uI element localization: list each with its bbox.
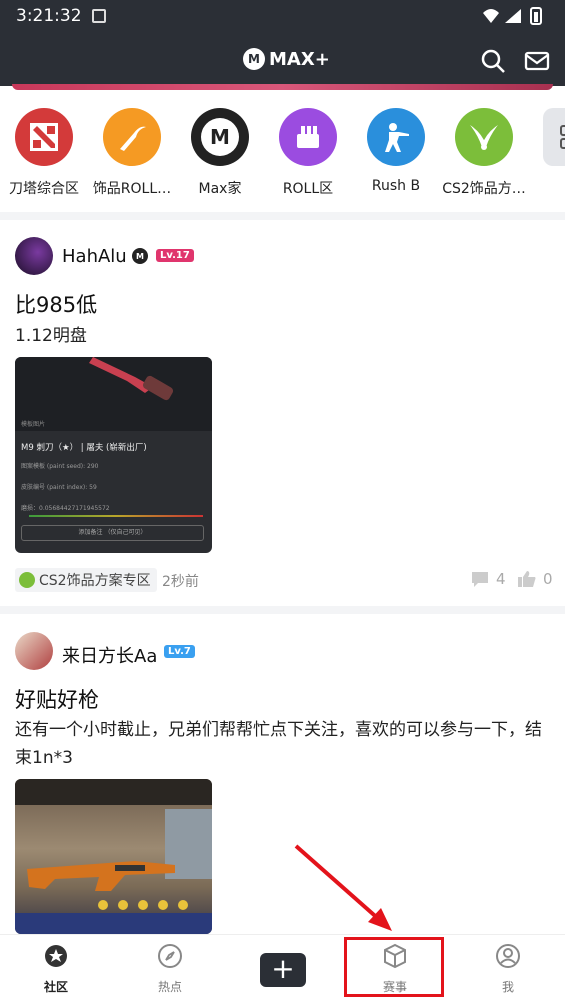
channel-item-rushb[interactable]: Rush B xyxy=(352,108,440,194)
like-number: 0 xyxy=(543,570,553,588)
search-icon[interactable] xyxy=(480,48,506,74)
crossed-swords-icon xyxy=(455,108,513,166)
tab-community[interactable]: 社区 xyxy=(16,943,96,995)
channel-item-maxhome[interactable]: M Max家 xyxy=(176,108,264,198)
thumbs-up-icon xyxy=(518,571,536,587)
image-caption: 模板图片 xyxy=(21,421,46,428)
grid-icon xyxy=(543,108,565,166)
channel-label: 全 xyxy=(528,178,565,198)
profile-icon xyxy=(496,944,520,968)
add-note-button: 添加备注 （仅自己可见） xyxy=(21,525,204,541)
max-logo-icon: M xyxy=(191,108,249,166)
channel-label: CS2饰品方… xyxy=(442,181,526,197)
channel-row: 刀塔综合区 饰品ROLL… M Max家 ROLL区 Rush B CS2饰品方… xyxy=(0,96,565,214)
post-image[interactable]: 模板图片 M9 刺刀（★） | 屠夫 (崭新出厂) 图案模板 (paint se… xyxy=(15,357,212,553)
post-title[interactable]: 比985低 xyxy=(15,289,97,319)
paint-index: 皮肤编号 (paint index): 59 xyxy=(21,484,97,491)
avatar[interactable] xyxy=(15,237,53,275)
divider xyxy=(0,606,565,614)
logo-text: MAX+ xyxy=(269,48,330,70)
chest-icon xyxy=(279,108,337,166)
post-meta: CS2饰品方案专区 2秒前 4 0 xyxy=(15,568,553,592)
post-body[interactable]: 还有一个小时截止，兄弟们帮帮忙点下关注，喜欢的可以参与一下，结束1n*3 xyxy=(15,716,550,772)
channel-item-rollzone[interactable]: ROLL区 xyxy=(264,108,352,198)
wear-value: 磨损：0.05684427171945572 xyxy=(21,505,110,512)
tab-label: 赛事 xyxy=(382,980,407,994)
topic-tag[interactable]: CS2饰品方案专区 xyxy=(15,568,157,592)
cube-icon xyxy=(384,943,406,969)
post-time: 2秒前 xyxy=(162,574,199,590)
username[interactable]: 来日方长Aa xyxy=(62,642,157,668)
tab-label: 我 xyxy=(501,980,514,994)
channel-item-roll[interactable]: 饰品ROLL… xyxy=(88,108,176,198)
avatar[interactable] xyxy=(15,632,53,670)
status-time: 3:21:32 xyxy=(16,6,82,26)
app-logo: M MAX+ xyxy=(243,46,330,72)
username[interactable]: HahAlu xyxy=(62,246,127,267)
tab-hot[interactable]: 热点 xyxy=(130,943,210,995)
rifle-image xyxy=(15,779,212,934)
channel-label: 饰品ROLL… xyxy=(92,181,172,197)
level-badge: Lv.17 xyxy=(156,249,194,262)
topic-tag-label: CS2饰品方案专区 xyxy=(39,573,151,589)
dota-icon xyxy=(15,108,73,166)
max-logo-icon: M xyxy=(243,48,265,70)
banner-edge xyxy=(12,84,553,90)
tab-events[interactable]: 赛事 xyxy=(355,943,435,995)
channel-item-all[interactable]: 全 xyxy=(528,108,565,198)
comment-icon xyxy=(472,572,488,587)
level-badge: Lv.7 xyxy=(164,645,195,658)
notification-icon xyxy=(92,9,106,23)
like-count[interactable]: 0 xyxy=(517,570,553,588)
channel-label: 刀塔综合区 xyxy=(9,181,79,197)
status-bar: 3:21:32 xyxy=(0,0,565,32)
scythe-icon xyxy=(103,108,161,166)
paint-seed: 图案模板 (paint seed): 290 xyxy=(21,463,99,470)
soldier-icon xyxy=(367,108,425,166)
channel-item-cs2[interactable]: CS2饰品方… xyxy=(440,108,528,198)
divider xyxy=(0,212,565,220)
post-title[interactable]: 好贴好枪 xyxy=(15,684,99,714)
post-card[interactable]: HahAlu M Lv.17 比985低 1.12明盘 模板图片 M9 刺刀（★… xyxy=(0,220,565,606)
post-card[interactable]: 来日方长Aa Lv.7 好贴好枪 还有一个小时截止，兄弟们帮帮忙点下关注，喜欢的… xyxy=(0,614,565,934)
channel-label: Max家 xyxy=(198,181,242,197)
create-post-button[interactable]: + xyxy=(260,953,306,987)
max-badge-icon: M xyxy=(132,248,148,264)
mail-icon[interactable] xyxy=(524,48,550,74)
comment-count[interactable]: 4 xyxy=(470,570,506,588)
channel-item-dota[interactable]: 刀塔综合区 xyxy=(0,108,88,198)
app-header: M MAX+ xyxy=(0,32,565,86)
post-image[interactable] xyxy=(15,779,212,934)
item-name: M9 刺刀（★） | 屠夫 (崭新出厂) xyxy=(21,443,147,453)
wear-bar xyxy=(29,515,203,517)
tab-me[interactable]: 我 xyxy=(468,943,548,995)
comment-number: 4 xyxy=(496,570,506,588)
tab-label: 社区 xyxy=(43,980,68,994)
plus-icon: + xyxy=(271,952,295,985)
system-status-icons xyxy=(483,7,542,25)
bottom-tab-bar: 社区 热点 + 赛事 我 xyxy=(0,934,565,1004)
crossed-swords-icon xyxy=(19,572,35,588)
tab-label: 热点 xyxy=(157,980,182,994)
post-body[interactable]: 1.12明盘 xyxy=(15,322,550,350)
channel-label: Rush B xyxy=(371,178,421,194)
community-icon xyxy=(45,945,67,967)
channel-label: ROLL区 xyxy=(282,181,334,197)
compass-icon xyxy=(158,944,182,968)
